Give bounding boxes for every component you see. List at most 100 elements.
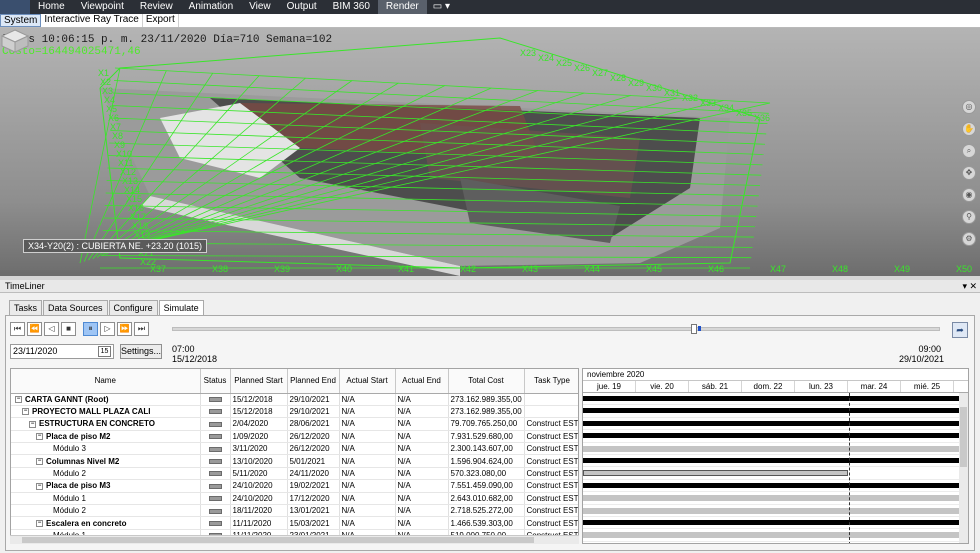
grid-label: X25 [556,58,572,68]
task-row[interactable]: Módulo 2 5/11/2020 24/11/2020 N/A N/A 570.323… [11,467,578,481]
planned-end: 26/12/2020 [287,430,340,444]
play-reverse-icon[interactable]: ◁ [44,322,59,336]
ribbon-tab[interactable]: Home [30,0,73,14]
task-type: Construct EST [524,417,578,431]
ribbon-tab[interactable]: View [241,0,279,14]
actual-end: N/A [395,516,449,530]
total-cost: 1.596.904.624,00 [448,454,525,468]
gantt-bar[interactable] [583,519,963,525]
task-row[interactable]: − Placa de piso M3 24/10/2020 19/02/2021 N/A… [11,479,578,493]
column-header[interactable]: Task Type [524,369,578,394]
settings-button[interactable]: Settings... [120,344,162,359]
app-logo-icon[interactable] [0,0,30,14]
window-controls[interactable]: ▾ ✕ [962,280,977,292]
gantt-bar[interactable] [583,433,963,439]
ribbon-tab[interactable]: Animation [181,0,241,14]
pause-icon[interactable]: ⏸ [83,322,98,336]
task-row[interactable]: − Placa de piso M2 1/09/2020 26/12/2020 N/A N… [11,430,578,444]
3d-viewport[interactable]: X23 X24 X25 X26 X27 X28 X29 X30 X31 X32 X33 X34 X35 X… [0,28,980,276]
task-row[interactable]: − Escalera en concreto 11/11/2020 15/03/202… [11,516,578,530]
look-icon[interactable]: ◉ [962,188,976,202]
settings-icon[interactable]: ⚙ [962,232,976,246]
collapse-icon[interactable]: − [36,482,43,490]
scroll-thumb[interactable] [960,407,967,467]
total-cost: 273.162.989.355,00 [448,405,525,419]
collapse-icon[interactable]: − [29,420,36,428]
ribbon-tab[interactable]: Viewpoint [73,0,132,14]
steering-wheel-icon[interactable]: ◎ [962,100,976,114]
collapse-icon[interactable]: − [36,519,43,527]
gantt-bar[interactable] [583,532,963,539]
subtoolbar-item[interactable]: System [0,14,42,27]
gantt-bar[interactable] [583,445,963,452]
go-to-start-icon[interactable]: ⏮ [10,322,25,336]
gantt-vertical-scrollbar[interactable] [959,393,968,543]
step-forward-icon[interactable]: ⏩ [117,322,132,336]
grid-label: X36 [754,113,770,123]
grid-horizontal-scrollbar[interactable] [10,535,579,544]
column-header[interactable]: Total Cost [448,369,525,394]
gantt-bar[interactable] [583,495,963,502]
column-header[interactable]: Actual End [395,369,449,394]
slider-thumb[interactable] [691,324,697,334]
collapse-icon[interactable]: − [22,408,29,416]
pan-icon[interactable]: ✋ [962,122,976,136]
ribbon-tab[interactable]: Review [132,0,181,14]
export-animation-icon[interactable]: ➦ [952,322,968,338]
gantt-bar[interactable] [583,408,963,414]
stop-icon[interactable]: ■ [61,322,76,336]
subtoolbar-item[interactable]: Interactive Ray Trace [41,14,143,27]
gantt-bar[interactable] [583,470,848,477]
zoom-window-icon[interactable]: ⌕ [962,144,976,158]
task-row[interactable]: − CARTA GANNT (Root) 15/12/2018 29/10/2021 N… [11,393,578,406]
timeline-slider[interactable] [172,324,940,334]
task-name: − Placa de piso M2 [11,430,201,444]
task-row[interactable]: Módulo 1 24/10/2020 17/12/2020 N/A N/A 2.643.… [11,492,578,506]
gantt-bar[interactable] [583,507,963,514]
gantt-bar[interactable] [583,482,963,488]
ribbon-tab[interactable]: ▭ ▾ [427,0,456,14]
timeliner-tab[interactable]: Simulate [158,300,204,316]
actual-end: N/A [395,393,449,406]
task-row[interactable]: Módulo 3 3/11/2020 26/12/2020 N/A N/A 2.300.1… [11,442,578,456]
planned-start: 13/10/2020 [230,454,288,468]
collapse-icon[interactable]: − [36,458,43,466]
simulation-date-input[interactable]: 23/11/2020 15 [10,344,114,359]
orbit-icon[interactable]: ✥ [962,166,976,180]
start-date: 15/12/2018 [172,354,218,364]
step-back-icon[interactable]: ⏪ [27,322,42,336]
column-header[interactable]: Status [200,369,231,394]
ribbon-tab[interactable]: BIM 360 [325,0,378,14]
column-header[interactable]: Actual Start [339,369,396,394]
task-type: Construct EST [524,467,578,481]
task-row[interactable]: − ESTRUCTURA EN CONCRETO 2/04/2020 28/06/20… [11,417,578,431]
gantt-bar[interactable] [583,396,963,401]
gantt-row [583,418,968,431]
timeliner-tab[interactable]: Configure [108,300,158,315]
task-name: Módulo 3 [11,442,201,456]
column-header[interactable]: Name [11,369,201,394]
timeliner-tab[interactable]: Data Sources [43,300,108,315]
gantt-bar[interactable] [583,420,963,426]
column-header[interactable]: Planned End [287,369,340,394]
timeliner-tab[interactable]: Tasks [9,300,43,315]
subtoolbar-item[interactable]: Export [143,14,179,27]
collapse-icon[interactable]: − [15,396,22,404]
play-icon[interactable]: ▷ [100,322,115,336]
walk-icon[interactable]: ⚲ [962,210,976,224]
task-row[interactable]: − Columnas Nivel M2 13/10/2020 5/01/2021 N/A… [11,454,578,468]
scroll-thumb[interactable] [22,537,534,543]
viewcube-icon[interactable] [0,28,30,54]
calendar-icon[interactable]: 15 [98,346,111,357]
go-to-end-icon[interactable]: ⏭ [134,322,149,336]
planned-start: 2/04/2020 [230,417,288,431]
column-header[interactable]: Planned Start [230,369,288,394]
task-row[interactable]: − PROYECTO MALL PLAZA CALI 15/12/2018 29/10… [11,405,578,419]
ribbon-tab[interactable]: Output [279,0,325,14]
task-row[interactable]: Módulo 2 18/11/2020 13/01/2021 N/A N/A 2.718.… [11,504,578,518]
gantt-bar[interactable] [583,457,963,463]
gantt-row [583,467,968,480]
planned-end: 13/01/2021 [287,504,340,518]
collapse-icon[interactable]: − [36,433,43,441]
ribbon-tab[interactable]: Render [377,0,427,14]
